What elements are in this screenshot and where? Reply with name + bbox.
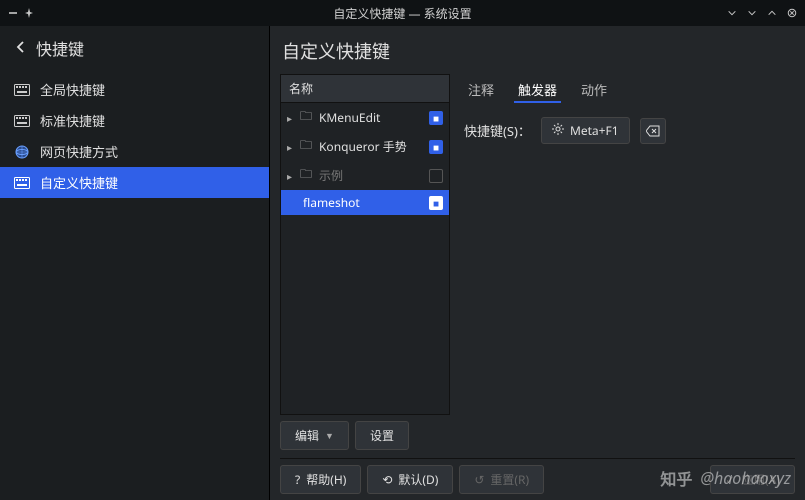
tree-body: ▸ 🗀 KMenuEdit ■ ▸ 🗀 Konqueror 手势 ■ [281,103,449,414]
tab-comment[interactable]: 注释 [464,78,498,103]
back-arrow-icon[interactable] [14,37,28,59]
tree-row-kmenuedit[interactable]: ▸ 🗀 KMenuEdit ■ [281,103,449,132]
sidebar-item-custom[interactable]: 自定义快捷键 [0,167,269,198]
sidebar-item-label: 标准快捷键 [40,111,105,130]
settings-button[interactable]: 设置 [355,421,409,450]
help-icon: ? [295,471,300,488]
check-icon: ✓ [725,471,735,488]
settings-button-label: 设置 [370,427,394,444]
reset-button-label: 重置(R) [490,471,529,488]
gear-icon [552,122,564,139]
expand-icon[interactable]: ▸ [287,169,295,183]
apply-button-label: 应用(A) [741,471,780,488]
tab-trigger[interactable]: 触发器 [514,78,561,103]
folder-icon: 🗀 [300,136,314,157]
keyboard-icon [14,113,30,129]
tab-action[interactable]: 动作 [577,78,611,103]
trigger-field: 快捷键(S)： Meta+F1 [462,111,795,150]
sidebar-item-global[interactable]: 全局快捷键 [0,74,269,105]
right-panel: 注释 触发器 动作 快捷键(S)： Meta+F1 [462,74,795,454]
help-button-label: 帮助(H) [306,471,346,488]
help-button[interactable]: ? 帮助(H) [280,465,361,494]
app-menu-icon[interactable] [8,8,18,18]
tree-item-label: KMenuEdit [319,109,424,126]
apply-button[interactable]: ✓ 应用(A) [710,465,795,494]
checkbox[interactable]: ■ [429,111,443,125]
expand-icon[interactable]: ▸ [287,111,295,125]
folder-icon: 🗀 [300,107,314,128]
checkbox[interactable]: ■ [429,196,443,210]
defaults-button[interactable]: ⟲ 默认(D) [367,465,453,494]
tabs: 注释 触发器 动作 [462,74,795,111]
tree-header[interactable]: 名称 [281,75,449,103]
sidebar-item-label: 全局快捷键 [40,80,105,99]
close-icon[interactable] [787,8,797,18]
reset-button[interactable]: ↺ 重置(R) [459,465,544,494]
maximize-up-icon[interactable] [767,8,777,18]
sidebar-item-label: 网页快捷方式 [40,142,118,161]
shortcut-value: Meta+F1 [570,122,619,139]
minimize-icon[interactable] [727,8,737,18]
edit-button-label: 编辑 [295,427,319,444]
tree-row-konqueror[interactable]: ▸ 🗀 Konqueror 手势 ■ [281,132,449,161]
sidebar-item-label: 自定义快捷键 [40,173,118,192]
sidebar-item-web[interactable]: 网页快捷方式 [0,136,269,167]
checkbox[interactable] [429,169,443,183]
sidebar-header: 快捷键 [0,26,269,74]
sidebar: 快捷键 全局快捷键 标准快捷键 网页快捷方式 [0,26,270,500]
window-title: 自定义快捷键 — 系统设置 [0,5,805,22]
titlebar: 自定义快捷键 — 系统设置 [0,0,805,26]
pin-icon[interactable] [24,8,34,18]
sidebar-item-standard[interactable]: 标准快捷键 [0,105,269,136]
maximize-down-icon[interactable] [747,8,757,18]
checkbox[interactable]: ■ [429,140,443,154]
undo-icon: ↺ [474,471,484,488]
shortcut-field-label: 快捷键(S)： [464,121,531,140]
keyboard-icon [14,82,30,98]
chevron-down-icon: ▼ [325,429,334,442]
page-title: 自定义快捷键 [282,38,795,64]
sidebar-list: 全局快捷键 标准快捷键 网页快捷方式 自定义快捷键 [0,74,269,198]
clear-shortcut-button[interactable] [640,118,666,144]
tree-row-example[interactable]: ▸ 🗀 示例 [281,161,449,190]
shortcut-button[interactable]: Meta+F1 [541,117,630,144]
bottom-bar: ? 帮助(H) ⟲ 默认(D) ↺ 重置(R) ✓ 应用(A) [280,458,795,494]
tree-item-label: 示例 [319,167,424,184]
tree-item-label: Konqueror 手势 [319,138,424,155]
tree-row-flameshot[interactable]: flameshot ■ [281,190,449,215]
expand-icon[interactable]: ▸ [287,140,295,154]
tree-item-label: flameshot [303,194,424,211]
folder-icon: 🗀 [300,165,314,186]
content: 自定义快捷键 名称 ▸ 🗀 KMenuEdit ■ ▸ 🗀 [270,26,805,500]
keyboard-icon [14,175,30,191]
edit-button[interactable]: 编辑 ▼ [280,421,349,450]
tree-footer: 编辑 ▼ 设置 [280,415,450,454]
tree-panel: 名称 ▸ 🗀 KMenuEdit ■ ▸ 🗀 Konqueror 手势 [280,74,450,415]
defaults-button-label: 默认(D) [398,471,438,488]
revert-icon: ⟲ [382,471,392,488]
web-icon [14,144,30,160]
sidebar-title: 快捷键 [36,36,84,60]
